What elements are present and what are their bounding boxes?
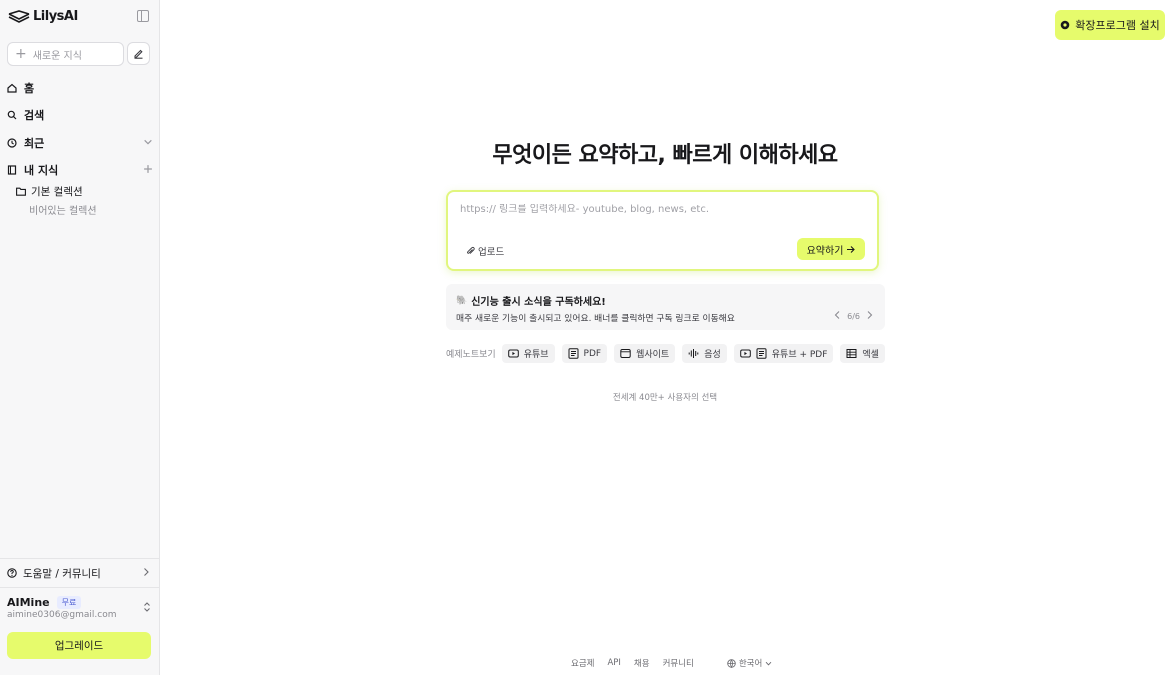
elephant-icon: 🐘 xyxy=(456,295,468,306)
lilysai-logo[interactable]: LilysAI xyxy=(8,9,78,24)
examples-label: 예제노트보기 xyxy=(446,350,496,360)
sidebar: LilysAI + 새로운 지식 홈 검색 최근 내 지식 기본 컬렉션 비어있… xyxy=(0,0,160,675)
chip-label: 웹사이트 xyxy=(636,350,670,360)
sidebar-item-label: 홈 xyxy=(24,82,35,95)
document-icon xyxy=(568,348,579,359)
arrow-right-icon xyxy=(847,245,856,253)
chevron-up-down-icon[interactable] xyxy=(143,601,151,614)
chip-label: PDF xyxy=(583,348,602,359)
pencil-icon xyxy=(134,49,143,59)
example-website-chip[interactable]: 웹사이트 xyxy=(614,344,676,363)
chevron-down-icon xyxy=(765,661,772,665)
chevron-right-icon[interactable] xyxy=(866,309,873,323)
document-icon xyxy=(756,348,767,359)
book-icon xyxy=(7,165,17,175)
table-icon xyxy=(846,349,857,358)
sidebar-item-label: 내 지식 xyxy=(24,164,59,177)
language-label: 한국어 xyxy=(738,659,763,669)
upload-button[interactable]: 업로드 xyxy=(466,244,504,258)
user-name-text: AIMine xyxy=(7,596,50,609)
help-circle-icon xyxy=(7,568,17,578)
example-audio-chip[interactable]: 음성 xyxy=(682,344,727,363)
add-collection-icon[interactable] xyxy=(143,164,153,177)
search-icon xyxy=(7,110,17,120)
collection-item[interactable]: 기본 컬렉션 xyxy=(16,184,83,199)
news-banner[interactable]: 🐘 신기능 출시 소식을 구독하세요! 매주 새로운 기능이 출시되고 있어요.… xyxy=(446,284,885,330)
sidebar-item-my-knowledge[interactable]: 내 지식 xyxy=(7,162,153,178)
collection-status: 비어있는 컬렉션 xyxy=(29,206,97,217)
language-selector[interactable]: 한국어 xyxy=(727,657,772,669)
footer-link-careers[interactable]: 채용 xyxy=(634,657,650,669)
banner-pager: 6/6 xyxy=(834,309,873,323)
chip-label: 유튜브 + PDF xyxy=(771,350,828,360)
example-excel-chip[interactable]: 엑셀 xyxy=(840,344,885,363)
user-email: aimine0306@gmail.com xyxy=(7,610,117,620)
clock-icon xyxy=(7,138,17,148)
upgrade-button[interactable]: 업그레이드 xyxy=(7,632,151,659)
help-community-link[interactable]: 도움말 / 커뮤니티 xyxy=(0,558,159,588)
chevron-right-icon xyxy=(142,567,150,580)
sidebar-item-label: 최근 xyxy=(24,137,45,150)
footer-link-pricing[interactable]: 요금제 xyxy=(571,657,594,669)
user-name[interactable]: AIMine 무료 xyxy=(7,596,82,609)
extension-icon xyxy=(1060,20,1070,30)
audio-wave-icon xyxy=(688,349,699,358)
footer-link-api[interactable]: API xyxy=(607,658,620,668)
plan-badge: 무료 xyxy=(56,596,82,609)
browser-icon xyxy=(620,349,631,358)
chip-label: 엑셀 xyxy=(862,350,879,360)
example-notes: 예제노트보기 유튜브 PDF 웹사이트 음성 유튜브 + PDF 엑셀 xyxy=(446,344,885,363)
sidebar-item-recent[interactable]: 최근 xyxy=(7,135,153,151)
example-pdf-chip[interactable]: PDF xyxy=(561,344,608,363)
collection-name: 기본 컬렉션 xyxy=(31,186,83,198)
chevron-down-icon[interactable] xyxy=(143,137,153,150)
sidebar-item-home[interactable]: 홈 xyxy=(7,80,34,96)
youtube-icon xyxy=(739,349,751,358)
example-youtube-chip[interactable]: 유튜브 xyxy=(501,344,555,363)
home-icon xyxy=(7,83,17,93)
footer-link-community[interactable]: 커뮤니티 xyxy=(663,657,694,669)
users-note: 전세계 40만+ 사용자의 선택 xyxy=(612,393,718,403)
url-input[interactable] xyxy=(460,204,860,215)
upload-label: 업로드 xyxy=(478,247,505,258)
install-extension-button[interactable]: 확장프로그램 설치 xyxy=(1055,10,1165,40)
page-title: 무엇이든 요약하고, 빠르게 이해하세요 xyxy=(492,143,838,168)
chip-label: 음성 xyxy=(704,350,721,360)
sidebar-collapse-icon[interactable] xyxy=(137,10,149,22)
example-youtube-pdf-chip[interactable]: 유튜브 + PDF xyxy=(733,344,834,363)
summarize-label: 요약하기 xyxy=(806,245,844,257)
folder-icon xyxy=(16,187,26,196)
new-knowledge-placeholder: 새로운 지식 xyxy=(32,50,82,62)
banner-title: 🐘 신기능 출시 소식을 구독하세요! xyxy=(456,293,606,309)
banner-description: 매주 새로운 기능이 출시되고 있어요. 배너를 클릭하면 구독 링크로 이동해… xyxy=(456,314,735,324)
book-logo-icon xyxy=(8,9,30,23)
chip-label: 유튜브 xyxy=(523,350,549,360)
sidebar-item-label: 검색 xyxy=(24,109,45,122)
new-knowledge-input[interactable]: + 새로운 지식 xyxy=(7,42,124,66)
logo-text: LilysAI xyxy=(33,9,78,24)
youtube-icon xyxy=(507,349,519,358)
new-note-button[interactable] xyxy=(127,42,150,65)
plus-icon: + xyxy=(15,46,27,62)
help-label: 도움말 / 커뮤니티 xyxy=(23,567,101,580)
url-input-box: 업로드 요약하기 xyxy=(446,190,879,271)
globe-icon xyxy=(727,658,736,668)
sidebar-item-search[interactable]: 검색 xyxy=(7,107,44,123)
banner-title-text: 신기능 출시 소식을 구독하세요! xyxy=(471,297,606,308)
paperclip-icon xyxy=(467,246,475,254)
install-extension-label: 확장프로그램 설치 xyxy=(1075,19,1160,32)
chevron-left-icon[interactable] xyxy=(834,309,841,323)
banner-page-indicator: 6/6 xyxy=(847,311,860,321)
footer: 요금제 API 채용 커뮤니티 한국어 xyxy=(571,657,772,669)
summarize-button[interactable]: 요약하기 xyxy=(797,238,865,260)
